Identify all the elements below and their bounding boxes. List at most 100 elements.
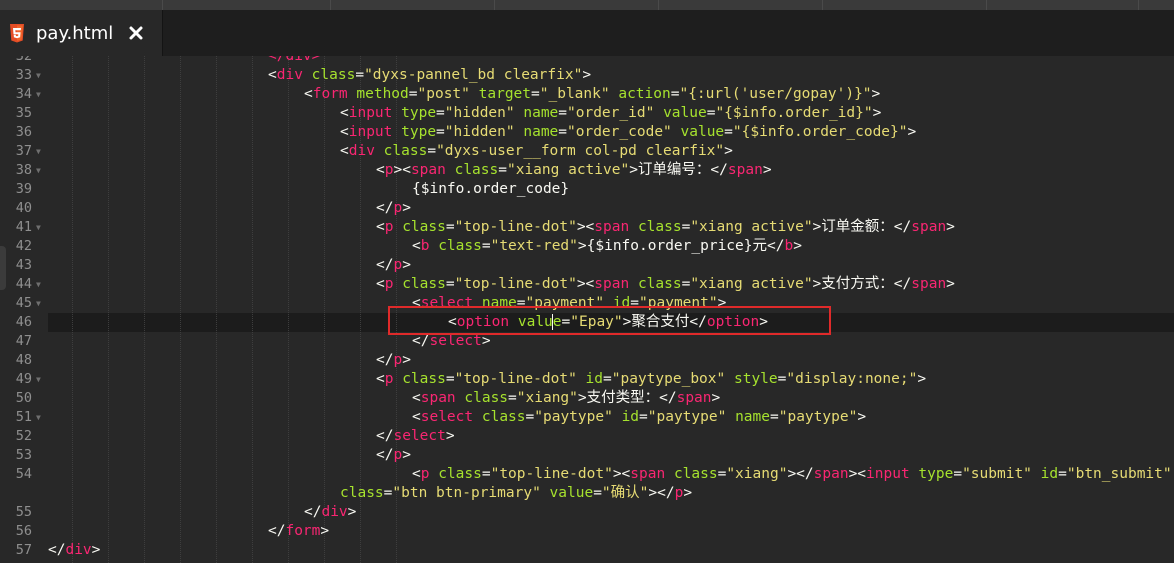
code-line[interactable]: <select class="paytype" id="paytype" nam… [412, 408, 866, 427]
code-token: < [268, 67, 277, 83]
code-token: > [402, 447, 411, 463]
code-token: >< [612, 466, 631, 482]
code-line[interactable]: </div> [268, 56, 320, 66]
code-line[interactable]: class="btn btn-primary" value="确认"></p> [340, 484, 692, 503]
line-number: 35 [15, 105, 32, 121]
tab-label: pay.html [36, 22, 114, 44]
code-token: </ [376, 447, 394, 463]
code-line[interactable]: <p class="top-line-dot"><span class="xia… [412, 465, 1172, 484]
code-line[interactable]: </p> [376, 351, 411, 370]
code-token: "text-red" [490, 238, 578, 254]
code-line[interactable]: <input type="hidden" name="order_code" v… [340, 123, 916, 142]
code-token: >订单编号：</ [629, 162, 728, 178]
line-number: 51 [15, 409, 32, 425]
code-line[interactable]: <p><span class="xiang active">订单编号：</spa… [376, 161, 772, 180]
code-token: name [523, 124, 559, 140]
line-number: 33 [15, 67, 32, 83]
code-token: span [410, 162, 446, 178]
code-token: "top-line-dot" [454, 219, 577, 235]
fold-arrow-icon[interactable]: ▼ [36, 275, 45, 294]
fold-arrow-icon[interactable]: ▼ [36, 408, 45, 427]
fold-arrow-icon[interactable]: ▼ [36, 218, 45, 237]
line-number: 36 [15, 124, 32, 140]
code-line[interactable]: </div> [48, 541, 100, 560]
code-token: input [348, 124, 393, 140]
indent-guide [324, 56, 325, 563]
code-token: "btn_submit" [1066, 466, 1172, 482]
minimap-scroll-handle[interactable] [0, 246, 6, 290]
fold-arrow-icon[interactable]: ▼ [36, 142, 45, 161]
code-line[interactable]: <form method="post" target="_blank" acti… [304, 85, 880, 104]
code-token: div [321, 504, 348, 520]
line-number: 52 [15, 428, 32, 444]
code-line[interactable]: </p> [376, 199, 411, 218]
code-token: "dyxs-pannel_bd clearfix" [364, 67, 583, 83]
code-token: id [1040, 466, 1059, 482]
code-token: type [401, 105, 437, 121]
editor-window: pay.html 32 33 ▼ 34 ▼ 35 36 37 ▼ 38 ▼ 39 40 41 ▼ 42 43 44… [0, 0, 1174, 563]
code-token: < [412, 409, 421, 425]
code-token: = [639, 409, 648, 425]
code-token: "display:none;" [786, 371, 918, 387]
line-number: 47 [15, 333, 32, 349]
code-token: id [585, 371, 604, 387]
code-token: span [911, 219, 947, 235]
code-editor[interactable]: 32 33 ▼ 34 ▼ 35 36 37 ▼ 38 ▼ 39 40 41 ▼ 42 43 44 ▼ 45 ▼ 46 47 4… [0, 56, 1174, 563]
line-number: 50 [15, 390, 32, 406]
code-line[interactable]: </div> [304, 503, 356, 522]
code-token: </div> [268, 56, 321, 64]
top-strip-divider [1138, 0, 1139, 10]
code-token: > [724, 143, 733, 159]
code-line[interactable]: <input type="hidden" name="order_id" val… [340, 104, 881, 123]
indent-guide [108, 56, 109, 563]
code-token: > [907, 124, 917, 140]
code-line[interactable]: </select> [376, 427, 455, 446]
tab-pay-html[interactable]: pay.html [0, 10, 163, 56]
fold-arrow-icon[interactable]: ▼ [36, 161, 45, 180]
code-token: "paytype" [647, 409, 727, 425]
code-line[interactable]: </p> [376, 446, 411, 465]
code-token: class [637, 219, 682, 235]
code-line[interactable]: </form> [268, 522, 329, 541]
code-token: value [663, 105, 707, 121]
code-token: "xiang" [516, 390, 578, 406]
line-number: 40 [15, 200, 32, 216]
code-line[interactable]: </p> [376, 256, 411, 275]
code-token: = [481, 238, 491, 254]
code-token: = [436, 124, 445, 140]
code-line[interactable]: < b class="text-red">{$info.order_price}元… [412, 237, 802, 256]
fold-arrow-icon[interactable]: ▼ [36, 370, 45, 389]
code-line[interactable]: <span class="xiang">支付类型：</span> [412, 389, 720, 408]
code-token: select [420, 409, 474, 425]
code-token: < [376, 276, 385, 292]
fold-arrow-icon[interactable]: ▼ [36, 66, 45, 85]
code-token: > [871, 86, 881, 102]
code-token: "paytype_box" [611, 371, 726, 387]
code-token: div [276, 67, 303, 83]
code-token: id [621, 409, 640, 425]
fold-arrow-icon[interactable]: ▼ [36, 85, 45, 104]
code-line[interactable]: <p class="top-line-dot" id="paytype_box"… [376, 370, 926, 389]
close-icon[interactable] [127, 24, 145, 42]
code-line[interactable]: <p class="top-line-dot"><span class="xia… [376, 218, 955, 237]
code-token: > [91, 542, 101, 558]
code-token: span [727, 162, 763, 178]
code-line[interactable]: <p class="top-line-dot"><span class="xia… [376, 275, 955, 294]
code-token: < [412, 238, 421, 254]
fold-arrow-icon[interactable]: ▼ [36, 294, 45, 313]
code-token: = [558, 105, 568, 121]
code-line[interactable]: {$info.order_code} [412, 180, 569, 199]
code-line[interactable]: <div class="dyxs-user__form col-pd clear… [340, 142, 733, 161]
code-token: name [523, 105, 559, 121]
code-token: > [917, 371, 927, 387]
code-token: = [1058, 466, 1067, 482]
line-number: 57 [15, 542, 32, 558]
code-line[interactable]: <div class="dyxs-pannel_bd clearfix"> [268, 66, 591, 85]
code-token: >< [576, 276, 595, 292]
